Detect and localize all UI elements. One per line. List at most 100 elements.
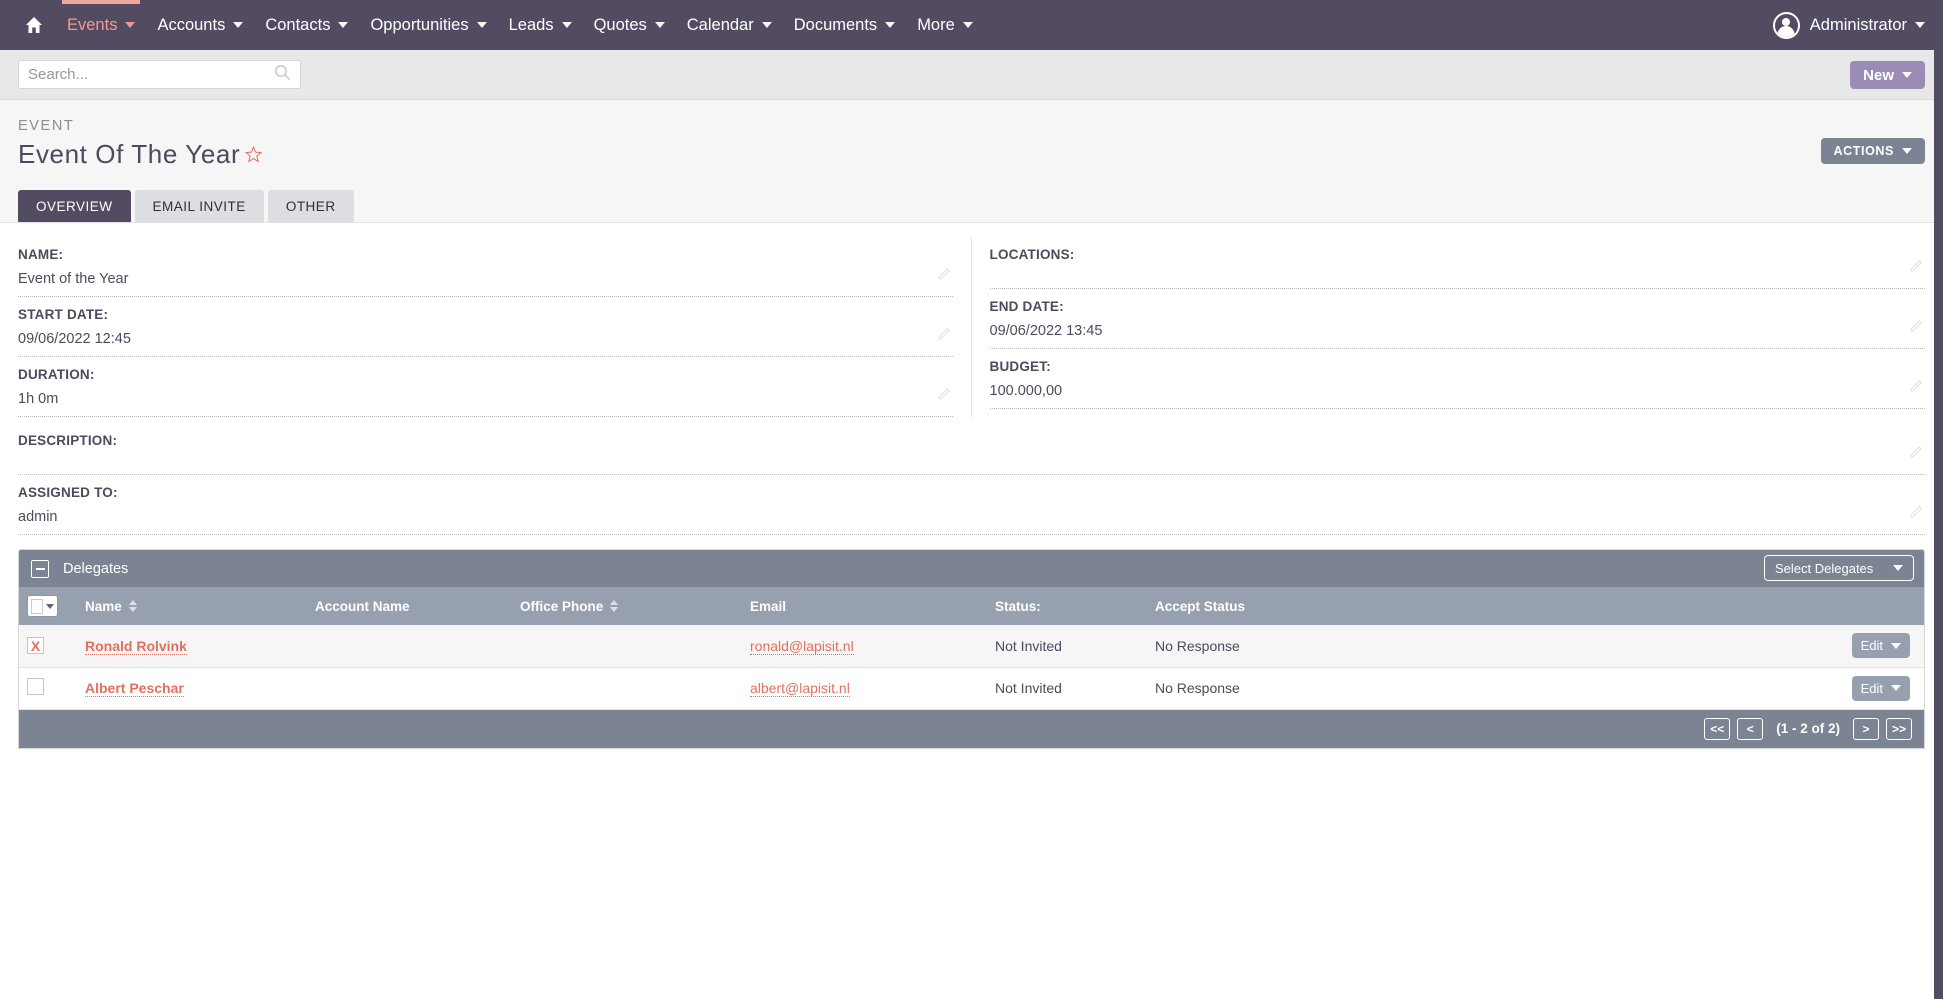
top-navigation-bar: Events Accounts Contacts Opportunities L… (0, 0, 1943, 50)
chevron-down-icon (476, 22, 487, 28)
tab-label: OTHER (285, 198, 336, 214)
pencil-edit-icon[interactable] (1910, 379, 1923, 397)
nav-item-label: Contacts (265, 15, 331, 34)
sort-arrows-icon[interactable] (128, 600, 137, 612)
tab-email-invite[interactable]: EMAIL INVITE (134, 190, 264, 222)
delegates-panel-title: Delegates (63, 560, 129, 577)
nav-item-events[interactable]: Events (56, 0, 146, 50)
pencil-edit-icon[interactable] (937, 327, 951, 345)
edit-button[interactable]: Edit (1851, 633, 1910, 659)
column-header-label: Office Phone (520, 598, 604, 614)
select-delegates-dropdown[interactable]: Select Delegates (1764, 555, 1914, 581)
field-label: NAME: (18, 247, 64, 262)
module-label: EVENT (18, 118, 75, 134)
delegate-email-link[interactable]: ronald@lapisit.nl (750, 637, 854, 655)
pencil-edit-icon[interactable] (1910, 505, 1923, 523)
field-budget: BUDGET: 100.000,00 (989, 349, 1925, 409)
home-icon (24, 15, 44, 35)
field-value: 09/06/2022 13:45 (989, 323, 1925, 349)
cell-office-phone (512, 667, 742, 710)
record-tabs: OVERVIEW EMAIL INVITE OTHER (18, 190, 1925, 222)
chevron-down-icon (962, 22, 973, 28)
nav-item-label: Events (67, 15, 118, 34)
column-header-label: Email (750, 598, 787, 614)
field-value: Event of the Year (18, 271, 953, 297)
nav-item-leads[interactable]: Leads (498, 0, 583, 50)
field-label: ASSIGNED TO: (18, 485, 118, 500)
column-header-office-phone[interactable]: Office Phone (512, 587, 742, 625)
star-outline-icon[interactable] (244, 145, 263, 164)
column-header-account-name[interactable]: Account Name (307, 587, 512, 625)
pencil-edit-icon[interactable] (937, 387, 951, 405)
cell-status: Not Invited (987, 667, 1147, 710)
field-value: 1h 0m (18, 391, 953, 417)
delegates-table: Name Account Name Office Phone Email Sta… (19, 587, 1924, 710)
tab-other[interactable]: OTHER (267, 190, 354, 222)
nav-item-label: Documents (793, 15, 878, 34)
pencil-edit-icon[interactable] (1910, 259, 1923, 277)
pagination-first-button[interactable]: << (1704, 717, 1731, 740)
search-icon[interactable] (274, 64, 291, 86)
edit-button[interactable]: Edit (1851, 675, 1910, 701)
chevron-down-icon (561, 22, 572, 28)
home-button[interactable] (12, 0, 56, 50)
nav-item-more[interactable]: More (906, 0, 984, 50)
nav-item-label: Opportunities (370, 15, 469, 34)
pagination-last-button[interactable]: >> (1885, 717, 1912, 740)
column-header-status[interactable]: Status: (987, 587, 1147, 625)
field-label: DURATION: (18, 367, 95, 382)
nav-item-opportunities[interactable]: Opportunities (359, 0, 497, 50)
row-checkbox[interactable] (27, 678, 44, 695)
cell-actions: Edit (1362, 667, 1924, 710)
chevron-down-icon (338, 22, 349, 28)
field-value: 100.000,00 (989, 383, 1925, 409)
column-header-email[interactable]: Email (742, 587, 987, 625)
column-header-name[interactable]: Name (77, 587, 307, 625)
chevron-down-icon (885, 22, 896, 28)
minus-icon[interactable] (31, 559, 49, 578)
delegate-name-link[interactable]: Ronald Rolvink (85, 637, 187, 655)
delegates-table-head: Name Account Name Office Phone Email Sta… (19, 587, 1924, 625)
pencil-edit-icon[interactable] (937, 267, 951, 285)
field-start-date: START DATE: 09/06/2022 12:45 (18, 297, 953, 357)
cell-email: albert@lapisit.nl (742, 667, 987, 710)
table-header-row: Name Account Name Office Phone Email Sta… (19, 587, 1924, 625)
field-end-date: END DATE: 09/06/2022 13:45 (989, 289, 1925, 349)
select-all-checkbox-dropdown[interactable] (27, 595, 58, 617)
nav-item-calendar[interactable]: Calendar (676, 0, 783, 50)
table-row: X Ronald Rolvink ronald@lapisit.nl Not I… (19, 625, 1924, 668)
chevron-down-icon (1891, 642, 1901, 649)
chevron-down-icon (1902, 72, 1912, 78)
delegate-email-link[interactable]: albert@lapisit.nl (750, 680, 850, 697)
chevron-down-icon (125, 22, 136, 28)
cell-actions: Edit (1362, 625, 1924, 668)
pencil-edit-icon[interactable] (1910, 319, 1923, 337)
sort-arrows-icon[interactable] (610, 600, 619, 612)
nav-item-documents[interactable]: Documents (783, 0, 906, 50)
field-value (18, 457, 1925, 475)
column-header-accept-status[interactable]: Accept Status (1147, 587, 1362, 625)
column-header-label: Status: (995, 598, 1041, 614)
tab-label: EMAIL INVITE (152, 198, 246, 214)
nav-item-quotes[interactable]: Quotes (583, 0, 676, 50)
pencil-edit-icon[interactable] (1910, 445, 1923, 463)
user-menu[interactable]: Administrator (1772, 0, 1925, 50)
field-label: START DATE: (18, 307, 109, 322)
pagination-next-button[interactable]: > (1852, 717, 1879, 740)
tab-overview[interactable]: OVERVIEW (18, 190, 131, 222)
new-button[interactable]: New (1850, 61, 1925, 89)
record-header: EVENT Event Of The Year ACTIONS OVERVIEW… (0, 100, 1943, 223)
field-value: admin (18, 509, 1925, 535)
search-input[interactable] (28, 66, 274, 83)
nav-item-accounts[interactable]: Accounts (146, 0, 254, 50)
delegate-name-link[interactable]: Albert Peschar (85, 680, 184, 697)
delegates-panel-header: Delegates Select Delegates (19, 550, 1924, 587)
delegates-panel: Delegates Select Delegates Name Account … (18, 549, 1925, 749)
nav-item-contacts[interactable]: Contacts (254, 0, 359, 50)
pagination-prev-button[interactable]: < (1737, 717, 1764, 740)
cell-name: Albert Peschar (77, 667, 307, 710)
row-checkbox[interactable]: X (27, 637, 44, 655)
chevron-down-icon (1893, 565, 1903, 571)
actions-button[interactable]: ACTIONS (1820, 138, 1925, 164)
search-field-wrapper[interactable] (18, 60, 301, 89)
